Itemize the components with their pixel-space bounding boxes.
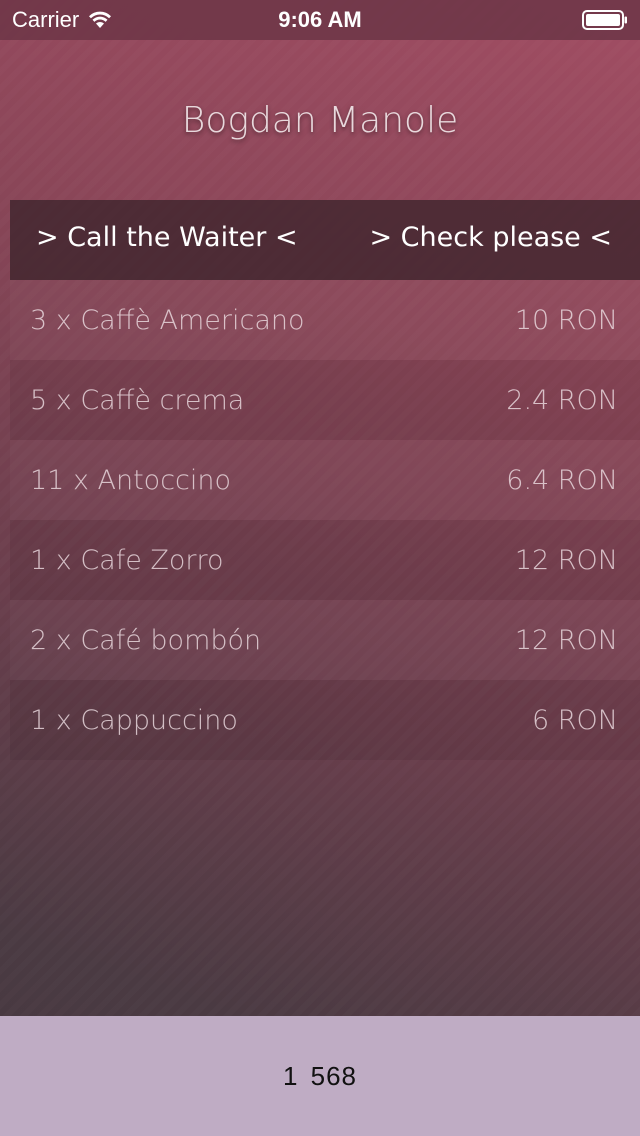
footer-total: 1 568 bbox=[282, 1060, 358, 1091]
order-item-price: 12 RON bbox=[514, 544, 618, 576]
list-item[interactable]: 11 x Antoccino 6.4 RON bbox=[10, 440, 640, 520]
action-bar: > Call the Waiter < > Check please < bbox=[10, 200, 640, 280]
order-list: 3 x Caffè Americano 10 RON 5 x Caffè cre… bbox=[10, 280, 640, 760]
order-item-name: 2 x Café bombón bbox=[30, 624, 262, 656]
order-item-price: 12 RON bbox=[514, 624, 618, 656]
list-item[interactable]: 1 x Cappuccino 6 RON bbox=[10, 680, 640, 760]
order-item-name: 1 x Cappuccino bbox=[30, 704, 238, 736]
list-item[interactable]: 5 x Caffè crema 2.4 RON bbox=[10, 360, 640, 440]
list-item[interactable]: 1 x Cafe Zorro 12 RON bbox=[10, 520, 640, 600]
status-bar: Carrier 9:06 AM bbox=[0, 0, 640, 40]
order-item-name: 3 x Caffè Americano bbox=[30, 304, 305, 336]
order-item-name: 5 x Caffè crema bbox=[30, 384, 245, 416]
list-item[interactable]: 2 x Café bombón 12 RON bbox=[10, 600, 640, 680]
call-waiter-button[interactable]: > Call the Waiter < bbox=[36, 222, 298, 253]
page-title: Bogdan Manole bbox=[181, 100, 459, 141]
app-screen: Carrier 9:06 AM Bogdan Manole > Call the… bbox=[0, 0, 640, 1136]
order-item-price: 6.4 RON bbox=[506, 464, 618, 496]
order-item-price: 10 RON bbox=[514, 304, 618, 336]
status-time: 9:06 AM bbox=[278, 7, 362, 32]
order-item-price: 6 RON bbox=[532, 704, 618, 736]
check-please-button[interactable]: > Check please < bbox=[369, 222, 612, 253]
order-item-name: 11 x Antoccino bbox=[30, 464, 232, 496]
order-item-name: 1 x Cafe Zorro bbox=[30, 544, 224, 576]
list-item[interactable]: 3 x Caffè Americano 10 RON bbox=[10, 280, 640, 360]
battery-icon bbox=[582, 10, 627, 30]
footer-bar: 1 568 bbox=[0, 1016, 640, 1136]
order-item-price: 2.4 RON bbox=[506, 384, 618, 416]
